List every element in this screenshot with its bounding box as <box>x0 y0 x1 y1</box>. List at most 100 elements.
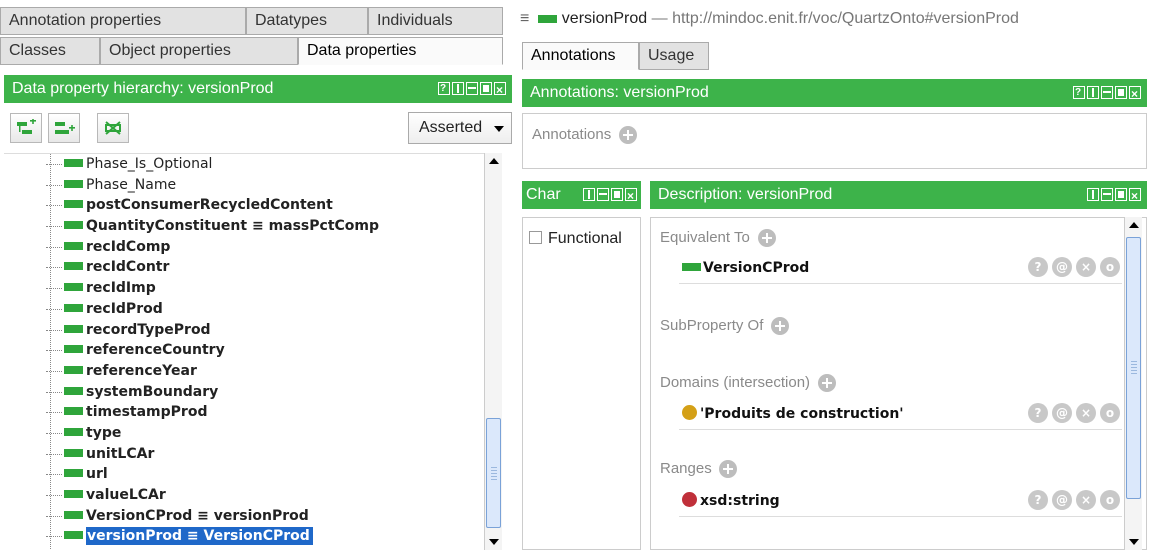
add-annotation-icon[interactable] <box>619 125 638 144</box>
scroll-down-icon[interactable] <box>1129 539 1139 545</box>
maximize-icon[interactable] <box>1115 86 1127 99</box>
tree-item[interactable]: url <box>4 464 484 485</box>
tab-data-properties[interactable]: Data properties <box>298 37 503 65</box>
add-superproperty-icon[interactable] <box>771 316 790 335</box>
equivalent-to-section: Equivalent To <box>660 228 776 247</box>
characteristics-panel: Functional <box>522 217 641 550</box>
tree-item[interactable]: referenceYear <box>4 361 484 382</box>
split-vertical-icon[interactable] <box>1087 188 1099 201</box>
tab-annotations[interactable]: Annotations <box>522 42 639 70</box>
data-property-icon <box>64 221 83 230</box>
tree-item[interactable]: postConsumerRecycledContent <box>4 195 484 216</box>
tree-item[interactable]: valueLCAr <box>4 485 484 506</box>
property-tree[interactable]: Phase_Is_Optional Phase_Name postConsumerR… <box>4 153 484 550</box>
tab-datatypes[interactable]: Datatypes <box>246 7 368 35</box>
tab-individuals[interactable]: Individuals <box>368 7 503 35</box>
annotations-section: Annotations <box>532 125 638 144</box>
tree-item[interactable]: timestampProd <box>4 402 484 423</box>
split-vertical-icon[interactable] <box>452 82 464 95</box>
annotate-icon[interactable]: @ <box>1052 490 1072 510</box>
annotate-icon[interactable]: @ <box>1052 403 1072 423</box>
annotations-header: Annotations: versionProd <box>522 79 1147 107</box>
maximize-icon[interactable] <box>1115 188 1127 201</box>
delete-property-button[interactable] <box>97 113 129 143</box>
explain-icon[interactable]: ? <box>1028 257 1048 277</box>
hierarchy-header: Data property hierarchy: versionProd <box>4 75 512 103</box>
add-domain-icon[interactable] <box>817 373 836 392</box>
scroll-down-icon[interactable] <box>489 539 499 545</box>
help-icon[interactable] <box>438 75 450 103</box>
scroll-up-icon[interactable] <box>1129 222 1139 228</box>
maximize-icon[interactable] <box>611 188 623 201</box>
annotate-icon[interactable]: @ <box>1052 257 1072 277</box>
description-scrollbar[interactable] <box>1124 217 1142 550</box>
add-subproperty-button[interactable] <box>10 113 42 143</box>
tab-annotation-properties[interactable]: Annotation properties <box>0 7 246 35</box>
tree-item[interactable]: recIdComp <box>4 237 484 258</box>
edit-icon[interactable]: o <box>1100 257 1120 277</box>
equivalent-row[interactable]: VersionCProd ? @ × o <box>679 254 1122 284</box>
tab-object-properties[interactable]: Object properties <box>100 37 298 65</box>
tree-item[interactable]: type <box>4 423 484 444</box>
edit-icon[interactable]: o <box>1100 490 1120 510</box>
tree-item[interactable]: QuantityConstituent ≡ massPctComp <box>4 216 484 237</box>
add-range-icon[interactable] <box>719 459 738 478</box>
ranges-label: Ranges <box>660 460 712 477</box>
split-horizontal-icon[interactable] <box>1101 188 1113 201</box>
tree-item-label: versionProd ≡ VersionCProd <box>86 527 313 546</box>
tree-item-label: recIdImp <box>86 280 156 297</box>
split-vertical-icon[interactable] <box>583 188 595 201</box>
data-property-icon <box>64 427 83 436</box>
close-view-icon[interactable] <box>1129 182 1141 209</box>
row-buttons: ? @ × o <box>1028 403 1120 423</box>
delete-icon[interactable]: × <box>1076 403 1096 423</box>
domain-row[interactable]: 'Produits de construction' ? @ × o <box>679 400 1122 430</box>
range-row[interactable]: xsd:string ? @ × o <box>679 487 1122 517</box>
tree-item[interactable]: systemBoundary <box>4 382 484 403</box>
functional-checkbox[interactable]: Functional <box>529 230 622 248</box>
delete-icon[interactable]: × <box>1076 257 1096 277</box>
checkbox-icon[interactable] <box>529 231 542 244</box>
left-panel: Annotation properties Datatypes Individu… <box>0 0 513 554</box>
explain-icon[interactable]: ? <box>1028 403 1048 423</box>
close-view-icon[interactable] <box>494 76 506 103</box>
scroll-thumb[interactable] <box>1126 237 1141 499</box>
close-view-icon[interactable] <box>1129 80 1141 107</box>
tree-item[interactable]: unitLCAr <box>4 444 484 465</box>
tree-item[interactable]: Phase_Name <box>4 175 484 196</box>
entity-iri: — http://mindoc.enit.fr/voc/QuartzOnto#v… <box>647 10 1019 27</box>
tree-item[interactable]: VersionCProd ≡ versionProd <box>4 506 484 527</box>
tab-classes[interactable]: Classes <box>0 37 100 65</box>
tree-item[interactable]: referenceCountry <box>4 340 484 361</box>
add-equivalent-icon[interactable] <box>757 228 776 247</box>
split-horizontal-icon[interactable] <box>1101 86 1113 99</box>
tree-item[interactable]: recIdProd <box>4 299 484 320</box>
tree-scrollbar[interactable] <box>484 153 502 550</box>
entity-title: ≡ versionProd — http://mindoc.enit.fr/vo… <box>520 6 1019 32</box>
close-view-icon[interactable] <box>625 182 637 209</box>
asserted-dropdown[interactable]: Asserted <box>408 112 512 144</box>
scroll-up-icon[interactable] <box>489 158 499 164</box>
tab-usage[interactable]: Usage <box>639 42 709 70</box>
tree-item[interactable]: recordTypeProd <box>4 320 484 341</box>
tree-item[interactable]: Phase_Is_Optional <box>4 154 484 175</box>
tree-item-label: type <box>86 424 122 441</box>
scroll-thumb[interactable] <box>486 418 501 528</box>
delete-icon[interactable]: × <box>1076 490 1096 510</box>
split-vertical-icon[interactable] <box>1087 86 1099 99</box>
tree-item[interactable]: recIdContr <box>4 257 484 278</box>
add-sibling-property-button[interactable] <box>48 113 80 143</box>
domains-section: Domains (intersection) <box>660 373 836 392</box>
maximize-icon[interactable] <box>480 82 492 95</box>
menu-icon[interactable]: ≡ <box>520 10 529 27</box>
tree-item-label: valueLCAr <box>86 487 166 503</box>
help-icon[interactable] <box>1073 79 1085 107</box>
data-property-icon <box>537 14 557 23</box>
split-horizontal-icon[interactable] <box>597 188 609 201</box>
split-horizontal-icon[interactable] <box>466 82 478 95</box>
tree-item-selected[interactable]: versionProd ≡ VersionCProd <box>4 526 484 547</box>
tab-row-top: Annotation properties Datatypes Individu… <box>0 7 503 35</box>
edit-icon[interactable]: o <box>1100 403 1120 423</box>
explain-icon[interactable]: ? <box>1028 490 1048 510</box>
tree-item[interactable]: recIdImp <box>4 278 484 299</box>
